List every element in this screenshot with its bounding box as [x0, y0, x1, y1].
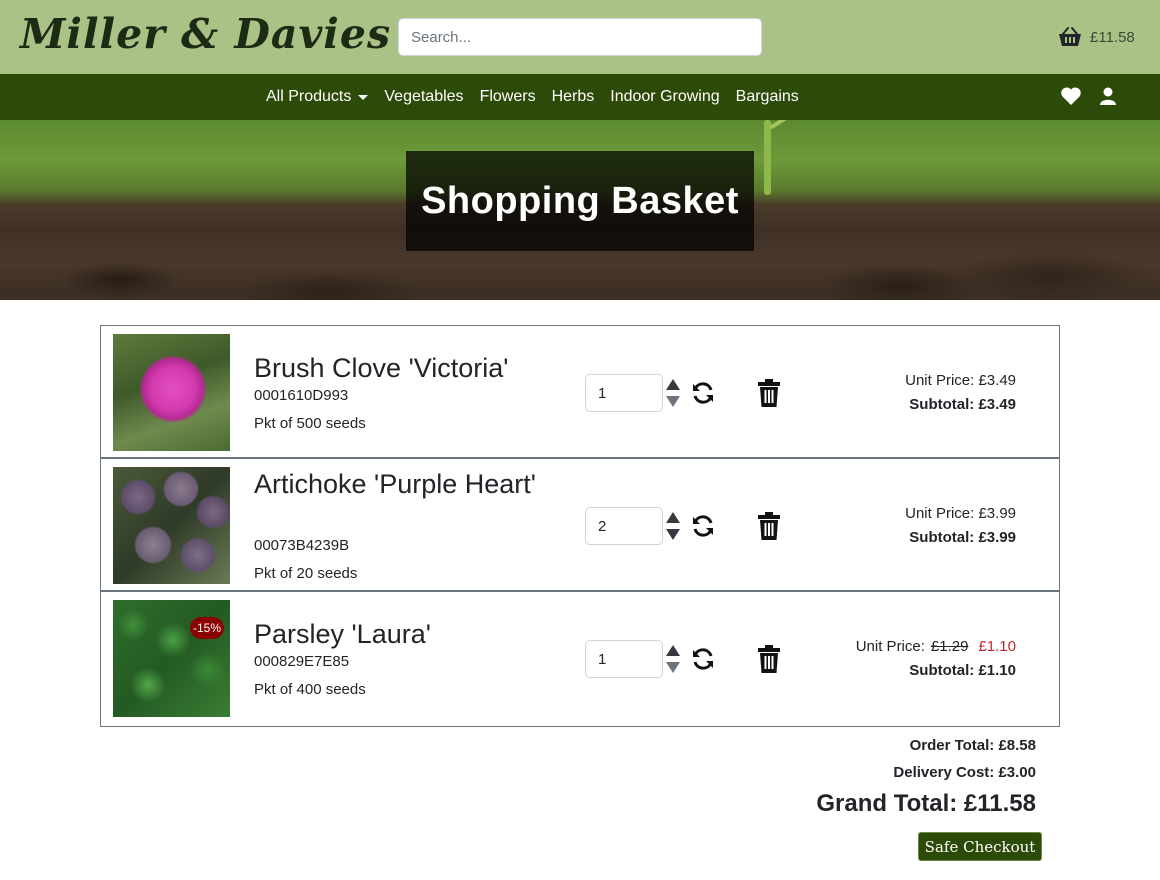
page-title: Shopping Basket [421, 179, 739, 222]
basket-link[interactable]: £11.58 [1058, 25, 1135, 49]
product-pack-size: Pkt of 400 seeds [254, 681, 366, 698]
order-total: Order Total: £8.58 [909, 737, 1036, 754]
quantity-stepper-icon[interactable] [665, 644, 681, 674]
sprout-leaf-decoration [768, 120, 802, 130]
nav-item-flowers[interactable]: Flowers [480, 88, 536, 106]
search-input[interactable] [398, 18, 762, 56]
basket-row: Brush Clove 'Victoria' 0001610D993 Pkt o… [101, 326, 1059, 459]
unit-price-label: Unit Price: [855, 638, 925, 655]
hero-title-box: Shopping Basket [406, 151, 754, 251]
grand-total: Grand Total: £11.58 [816, 790, 1036, 817]
basket-icon [1059, 27, 1081, 46]
item-subtotal: Subtotal: £3.99 [909, 529, 1016, 546]
quantity-input[interactable] [585, 507, 663, 545]
nav-item-bargains[interactable]: Bargains [736, 88, 799, 106]
basket-row: Artichoke 'Purple Heart' 00073B4239B Pkt… [101, 459, 1059, 592]
brand-logo[interactable]: Miller & Davies [20, 10, 391, 58]
nav-item-indoor-growing[interactable]: Indoor Growing [610, 88, 719, 106]
original-price: £1.29 [930, 638, 969, 655]
checkout-button[interactable]: Safe Checkout [918, 832, 1042, 861]
sale-price: £1.10 [978, 638, 1016, 655]
main-nav: All Products Vegetables Flowers Herbs In… [0, 74, 1160, 120]
product-name[interactable]: Brush Clove 'Victoria' [254, 352, 544, 385]
trash-icon[interactable] [757, 645, 781, 673]
nav-item-vegetables[interactable]: Vegetables [384, 88, 463, 106]
basket-items: Brush Clove 'Victoria' 0001610D993 Pkt o… [100, 325, 1060, 727]
delivery-cost: Delivery Cost: £3.00 [893, 764, 1036, 781]
unit-price: Unit Price: £1.29 £1.10 [856, 638, 1016, 655]
product-sku: 000829E7E85 [254, 653, 350, 670]
product-pack-size: Pkt of 500 seeds [254, 415, 366, 432]
refresh-icon[interactable] [691, 381, 715, 405]
product-sku: 0001610D993 [254, 387, 349, 404]
quantity-stepper-icon[interactable] [665, 511, 681, 541]
discount-badge: -15% [190, 617, 224, 639]
product-image[interactable]: -15% [113, 600, 230, 717]
nav-item-all-products[interactable]: All Products [266, 88, 369, 106]
trash-icon[interactable] [757, 379, 781, 407]
quantity-stepper-icon[interactable] [665, 378, 681, 408]
refresh-icon[interactable] [691, 514, 715, 538]
unit-price: Unit Price: £3.49 [905, 372, 1016, 389]
unit-price: Unit Price: £3.99 [905, 505, 1016, 522]
user-icon[interactable] [1100, 87, 1116, 105]
product-image[interactable] [113, 467, 230, 584]
product-pack-size: Pkt of 20 seeds [254, 565, 358, 582]
item-subtotal: Subtotal: £1.10 [909, 662, 1016, 679]
heart-icon[interactable] [1060, 86, 1082, 106]
site-header: Miller & Davies £11.58 [0, 0, 1160, 74]
basket-row: -15% Parsley 'Laura' 000829E7E85 Pkt of … [101, 592, 1059, 726]
refresh-icon[interactable] [691, 647, 715, 671]
product-sku: 00073B4239B [254, 537, 350, 554]
hero-banner: Shopping Basket [0, 120, 1160, 300]
nav-item-herbs[interactable]: Herbs [552, 88, 595, 106]
product-name[interactable]: Artichoke 'Purple Heart' [254, 468, 544, 501]
quantity-input[interactable] [585, 640, 663, 678]
product-name[interactable]: Parsley 'Laura' [254, 618, 544, 651]
caret-down-icon [358, 94, 369, 100]
trash-icon[interactable] [757, 512, 781, 540]
product-image[interactable] [113, 334, 230, 451]
nav-item-label: All Products [266, 88, 352, 105]
sprout-decoration [764, 120, 771, 195]
item-subtotal: Subtotal: £3.49 [909, 396, 1016, 413]
basket-total: £11.58 [1090, 28, 1135, 46]
quantity-input[interactable] [585, 374, 663, 412]
